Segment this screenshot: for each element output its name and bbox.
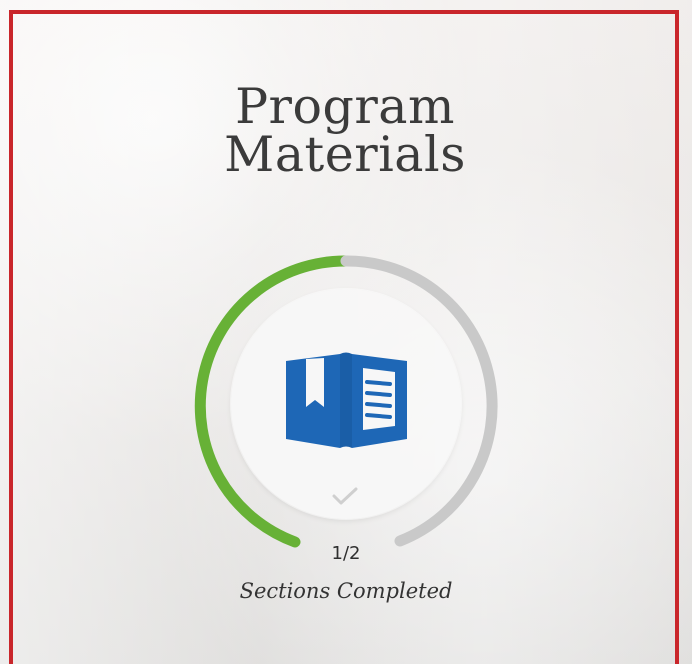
page-title: Program Materials (224, 78, 466, 183)
book-icon (286, 352, 407, 448)
check-icon (332, 487, 358, 505)
program-materials-card: Program Materials 1/2 Sections Completed (0, 0, 692, 664)
sections-status: Sections Completed (239, 579, 453, 603)
sections-count: 1/2 (331, 543, 361, 564)
